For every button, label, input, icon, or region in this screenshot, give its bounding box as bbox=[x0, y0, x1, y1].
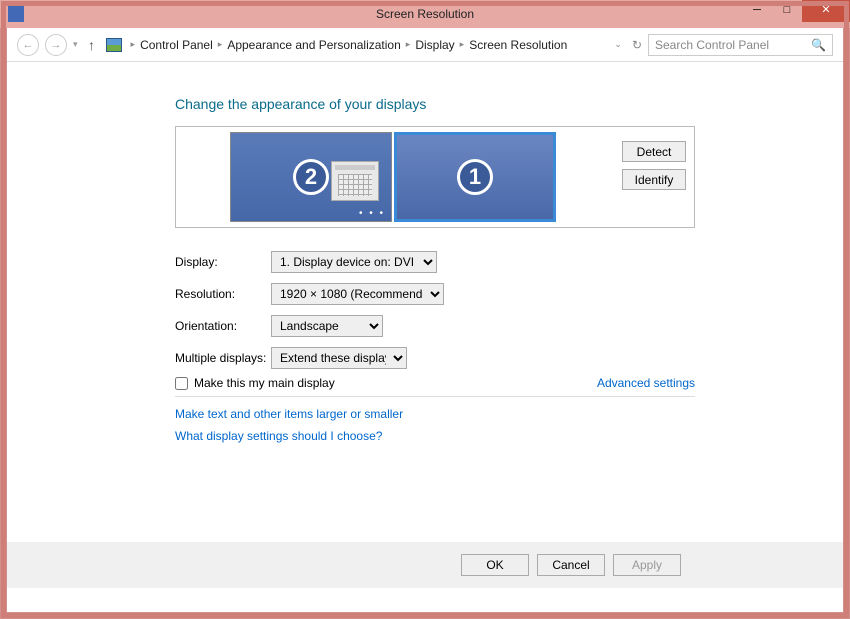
multiple-displays-select[interactable]: Extend these displays bbox=[271, 347, 407, 369]
address-dropdown-icon[interactable]: ⌄ bbox=[614, 39, 622, 50]
checkbox-input[interactable] bbox=[175, 377, 188, 390]
monitor-1[interactable]: 1 bbox=[394, 132, 556, 222]
orientation-select[interactable]: Landscape bbox=[271, 315, 383, 337]
chevron-right-icon: ▸ bbox=[128, 39, 139, 50]
maximize-button[interactable]: □ bbox=[772, 0, 802, 22]
control-panel-icon bbox=[106, 38, 122, 52]
refresh-icon[interactable]: ↻ bbox=[632, 38, 642, 52]
crumb-item[interactable]: Display bbox=[415, 38, 454, 52]
identify-button[interactable]: Identify bbox=[622, 169, 686, 190]
search-icon: 🔍 bbox=[811, 38, 826, 52]
close-button[interactable]: ✕ bbox=[802, 0, 850, 22]
footer: OK Cancel Apply bbox=[7, 542, 843, 588]
main-display-checkbox[interactable]: Make this my main display bbox=[175, 376, 335, 390]
minimize-button[interactable]: ─ bbox=[742, 0, 772, 22]
monitor-number: 2 bbox=[293, 159, 329, 195]
app-icon bbox=[8, 6, 24, 22]
display-preview: 2 • • • 1 Detect Identify bbox=[175, 126, 695, 228]
crumb-item[interactable]: Appearance and Personalization bbox=[227, 38, 400, 52]
help-link[interactable]: What display settings should I choose? bbox=[175, 429, 763, 443]
chevron-right-icon: ▸ bbox=[457, 39, 468, 50]
orientation-label: Orientation: bbox=[175, 319, 271, 333]
toolbar: ← → ▾ ↑ ▸ Control Panel ▸ Appearance and… bbox=[7, 28, 843, 62]
up-button[interactable]: ↑ bbox=[84, 37, 100, 53]
ok-button[interactable]: OK bbox=[461, 554, 529, 576]
display-label: Display: bbox=[175, 255, 271, 269]
chevron-right-icon: ▸ bbox=[215, 39, 226, 50]
chevron-right-icon: ▸ bbox=[403, 39, 414, 50]
back-button[interactable]: ← bbox=[17, 34, 39, 56]
page-heading: Change the appearance of your displays bbox=[175, 96, 763, 112]
monitor-number: 1 bbox=[457, 159, 493, 195]
crumb-item[interactable]: Control Panel bbox=[140, 38, 213, 52]
checkbox-label: Make this my main display bbox=[194, 376, 335, 390]
forward-button[interactable]: → bbox=[45, 34, 67, 56]
detect-button[interactable]: Detect bbox=[622, 141, 686, 162]
title-bar: Screen Resolution ─ □ ✕ bbox=[0, 0, 850, 28]
divider bbox=[175, 396, 695, 397]
window-thumbnail-icon bbox=[331, 161, 379, 201]
crumb-item[interactable]: Screen Resolution bbox=[469, 38, 567, 52]
cancel-button[interactable]: Cancel bbox=[537, 554, 605, 576]
breadcrumb[interactable]: ▸ Control Panel ▸ Appearance and Persona… bbox=[128, 38, 642, 52]
search-input[interactable]: Search Control Panel 🔍 bbox=[648, 34, 833, 56]
history-dropdown-icon[interactable]: ▾ bbox=[73, 39, 78, 50]
advanced-settings-link[interactable]: Advanced settings bbox=[597, 376, 695, 390]
resolution-label: Resolution: bbox=[175, 287, 271, 301]
display-select[interactable]: 1. Display device on: DVI bbox=[271, 251, 437, 273]
text-size-link[interactable]: Make text and other items larger or smal… bbox=[175, 407, 763, 421]
resolution-select[interactable]: 1920 × 1080 (Recommended) bbox=[271, 283, 444, 305]
window-title: Screen Resolution bbox=[376, 7, 474, 21]
multiple-displays-label: Multiple displays: bbox=[175, 351, 271, 365]
monitor-2[interactable]: 2 • • • bbox=[230, 132, 392, 222]
apply-button[interactable]: Apply bbox=[613, 554, 681, 576]
dots-icon: • • • bbox=[359, 208, 385, 219]
search-placeholder: Search Control Panel bbox=[655, 38, 769, 52]
